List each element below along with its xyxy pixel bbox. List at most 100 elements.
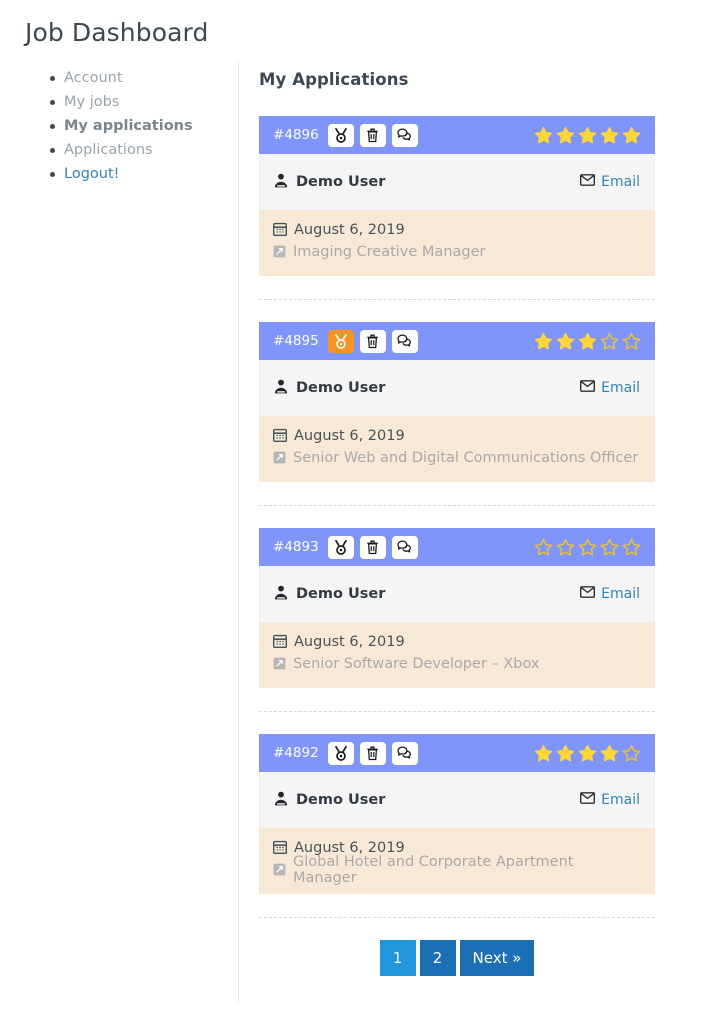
star-filled-icon[interactable] — [556, 744, 575, 763]
user-tie-icon — [274, 585, 288, 604]
application-job-row: Imaging Creative Manager — [273, 241, 641, 263]
star-empty-icon[interactable] — [622, 744, 641, 763]
applicant-name: Demo User — [296, 792, 386, 808]
application-user-row: Demo User Email — [259, 154, 655, 210]
application-id: #4893 — [273, 539, 319, 555]
star-filled-icon[interactable] — [578, 744, 597, 763]
application-job-row: Global Hotel and Corporate Apartment Man… — [273, 854, 641, 886]
star-filled-icon[interactable] — [600, 744, 619, 763]
star-filled-icon[interactable] — [578, 126, 597, 145]
sidebar-item[interactable]: Account — [25, 66, 230, 90]
shortlist-button[interactable] — [327, 123, 354, 147]
comments-button[interactable] — [391, 535, 418, 559]
comments-button[interactable] — [391, 329, 418, 353]
rating-stars[interactable] — [534, 126, 641, 145]
comments-button[interactable] — [391, 123, 418, 147]
comments-button[interactable] — [391, 741, 418, 765]
rating-stars[interactable] — [534, 332, 641, 351]
application-card-header: #4892 — [259, 734, 655, 772]
envelope-icon — [580, 586, 596, 602]
application-card: #4893 Demo User Email August 6, 2019 Senior … — [259, 528, 655, 688]
card-separator — [259, 299, 655, 300]
application-job-title: Global Hotel and Corporate Apartment Man… — [293, 854, 574, 886]
rating-stars[interactable] — [534, 744, 641, 763]
star-filled-icon[interactable] — [534, 126, 553, 145]
pagination-page-1[interactable]: 1 — [379, 940, 416, 976]
application-card: #4896 Demo User Email August 6, 2019 Imaging… — [259, 116, 655, 276]
application-card-header: #4896 — [259, 116, 655, 154]
card-separator — [259, 711, 655, 712]
shortlist-button[interactable] — [327, 741, 354, 765]
email-link[interactable]: Email — [580, 586, 640, 602]
star-empty-icon[interactable] — [600, 538, 619, 557]
trash-button[interactable] — [359, 123, 386, 147]
application-id: #4895 — [273, 333, 319, 349]
star-empty-icon[interactable] — [556, 538, 575, 557]
sidebar-link-account[interactable]: Account — [64, 70, 123, 86]
pagination-next[interactable]: Next » — [459, 940, 535, 976]
main-column: My Applications #4896 Demo User Email Augus… — [259, 70, 655, 976]
application-date-row: August 6, 2019 — [272, 631, 641, 653]
trash-button[interactable] — [359, 535, 386, 559]
application-meta: August 6, 2019 Senior Web and Digital Com… — [259, 416, 655, 482]
email-link[interactable]: Email — [580, 174, 640, 190]
email-label: Email — [601, 792, 640, 808]
application-job-title: Imaging Creative Manager — [293, 244, 486, 260]
user-tie-icon — [274, 791, 288, 810]
application-actions — [327, 535, 418, 559]
application-card: #4892 Demo User Email August 6, 2019 Global … — [259, 734, 655, 894]
shortlist-icon — [334, 539, 348, 555]
application-id: #4892 — [273, 745, 319, 761]
applications-list: #4896 Demo User Email August 6, 2019 Imaging… — [259, 116, 655, 918]
email-link[interactable]: Email — [580, 792, 640, 808]
application-job-row: Senior Web and Digital Communications Of… — [273, 447, 641, 469]
trash-button[interactable] — [359, 329, 386, 353]
star-filled-icon[interactable] — [534, 744, 553, 763]
sidebar-list: Account My jobs My applications Application… — [25, 66, 230, 186]
sidebar-item[interactable]: My jobs — [25, 90, 230, 114]
column-divider — [238, 62, 239, 1002]
sidebar-link-logout[interactable]: Logout! — [64, 166, 119, 182]
star-empty-icon[interactable] — [578, 538, 597, 557]
rating-stars[interactable] — [534, 538, 641, 557]
application-date: August 6, 2019 — [294, 634, 405, 650]
job-dashboard-page: Job Dashboard Account My jobs My applicati… — [0, 0, 710, 1036]
applicant-name: Demo User — [296, 586, 386, 602]
sidebar-item[interactable]: Logout! — [25, 162, 230, 186]
comments-icon — [397, 540, 412, 554]
star-filled-icon[interactable] — [578, 332, 597, 351]
star-filled-icon[interactable] — [600, 126, 619, 145]
star-empty-icon[interactable] — [534, 538, 553, 557]
sidebar-item[interactable]: Applications — [25, 138, 230, 162]
page-title: Job Dashboard — [25, 18, 209, 47]
star-empty-icon[interactable] — [622, 538, 641, 557]
pagination-page-2[interactable]: 2 — [419, 940, 456, 976]
application-id: #4896 — [273, 127, 319, 143]
sidebar-link-my-applications[interactable]: My applications — [64, 118, 193, 134]
card-separator — [259, 505, 655, 506]
star-filled-icon[interactable] — [622, 126, 641, 145]
shortlist-button[interactable] — [327, 535, 354, 559]
email-link[interactable]: Email — [580, 380, 640, 396]
sidebar-item[interactable]: My applications — [25, 114, 230, 138]
pen-square-icon — [273, 243, 286, 262]
star-filled-icon[interactable] — [556, 126, 575, 145]
trash-button[interactable] — [359, 741, 386, 765]
calendar-icon — [272, 427, 288, 446]
calendar-icon — [272, 221, 288, 240]
calendar-icon — [272, 633, 288, 652]
star-empty-icon[interactable] — [600, 332, 619, 351]
application-user-row: Demo User Email — [259, 566, 655, 622]
application-actions — [327, 123, 418, 147]
star-filled-icon[interactable] — [556, 332, 575, 351]
application-job-title: Senior Software Developer – Xbox — [293, 656, 540, 672]
shortlist-icon — [334, 127, 348, 143]
star-filled-icon[interactable] — [534, 332, 553, 351]
sidebar-link-my-jobs[interactable]: My jobs — [64, 94, 119, 110]
application-date: August 6, 2019 — [294, 428, 405, 444]
email-label: Email — [601, 380, 640, 396]
sidebar-link-applications[interactable]: Applications — [64, 142, 153, 158]
star-empty-icon[interactable] — [622, 332, 641, 351]
shortlist-button[interactable] — [327, 329, 354, 353]
application-meta: August 6, 2019 Imaging Creative Manager — [259, 210, 655, 276]
